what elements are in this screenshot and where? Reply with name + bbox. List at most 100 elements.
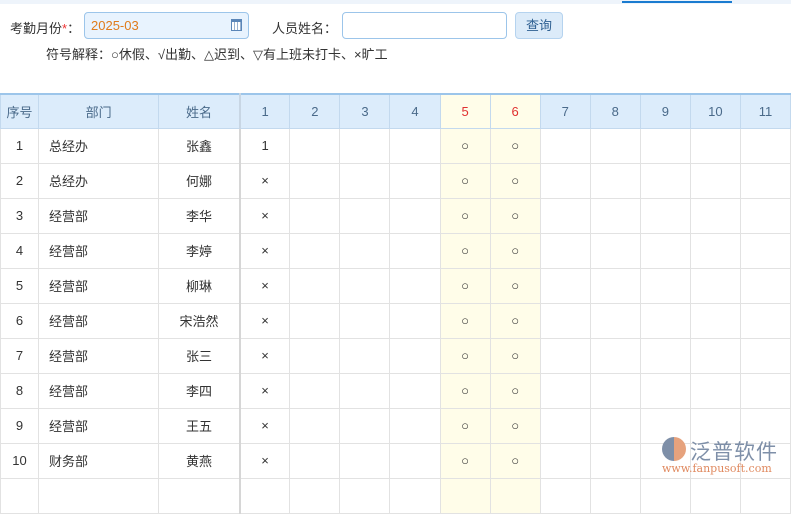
day-cell[interactable]	[339, 232, 391, 269]
day-cell[interactable]	[639, 162, 691, 199]
day-cell[interactable]	[339, 337, 391, 374]
day-cell[interactable]	[289, 337, 341, 374]
day-cell[interactable]	[589, 232, 641, 269]
day-cell[interactable]	[289, 442, 341, 479]
day-cell[interactable]	[589, 162, 641, 199]
day-cell[interactable]	[539, 407, 591, 444]
day-cell[interactable]	[639, 232, 691, 269]
day-cell[interactable]: ○	[489, 197, 541, 234]
table-row[interactable]: 8 经营部 李四 × ○ ○	[0, 372, 791, 409]
day-cell[interactable]	[389, 407, 441, 444]
day-cell[interactable]	[539, 267, 591, 304]
day-cell[interactable]	[739, 127, 791, 164]
day-cell[interactable]: ×	[239, 267, 291, 304]
table-row[interactable]: 3 经营部 李华 × ○ ○	[0, 197, 791, 234]
day-cell[interactable]	[539, 337, 591, 374]
day-cell[interactable]	[689, 162, 741, 199]
header-name[interactable]: 姓名	[158, 93, 241, 129]
day-cell[interactable]	[389, 302, 441, 339]
day-cell[interactable]	[389, 442, 441, 479]
day-cell[interactable]	[539, 232, 591, 269]
table-row[interactable]: 2 总经办 何娜 × ○ ○	[0, 162, 791, 199]
day-cell[interactable]	[339, 267, 391, 304]
day-cell[interactable]: ○	[489, 407, 541, 444]
header-day[interactable]: 1	[239, 93, 291, 129]
header-day[interactable]: 6	[489, 93, 541, 129]
day-cell[interactable]	[689, 267, 741, 304]
day-cell[interactable]	[739, 302, 791, 339]
day-cell[interactable]	[689, 197, 741, 234]
calendar-icon[interactable]	[231, 19, 242, 31]
header-day[interactable]: 11	[739, 93, 791, 129]
day-cell[interactable]	[289, 407, 341, 444]
day-cell[interactable]	[539, 197, 591, 234]
day-cell[interactable]	[689, 127, 741, 164]
day-cell[interactable]: ○	[489, 372, 541, 409]
day-cell[interactable]	[389, 267, 441, 304]
day-cell[interactable]	[339, 197, 391, 234]
header-day[interactable]: 10	[689, 93, 741, 129]
day-cell[interactable]	[289, 162, 341, 199]
day-cell[interactable]: ×	[239, 442, 291, 479]
header-day[interactable]: 9	[639, 93, 691, 129]
name-input[interactable]	[342, 12, 507, 39]
day-cell[interactable]	[339, 162, 391, 199]
day-cell[interactable]	[689, 302, 741, 339]
day-cell[interactable]: ○	[489, 162, 541, 199]
day-cell[interactable]: ○	[439, 337, 491, 374]
header-day[interactable]: 7	[539, 93, 591, 129]
day-cell[interactable]: ○	[439, 267, 491, 304]
day-cell[interactable]: ×	[239, 232, 291, 269]
day-cell[interactable]: ○	[489, 442, 541, 479]
day-cell[interactable]: ○	[439, 197, 491, 234]
day-cell[interactable]: ×	[239, 372, 291, 409]
day-cell[interactable]	[389, 162, 441, 199]
day-cell[interactable]	[289, 127, 341, 164]
day-cell[interactable]	[639, 337, 691, 374]
day-cell[interactable]: ○	[489, 337, 541, 374]
day-cell[interactable]	[389, 232, 441, 269]
header-day[interactable]: 5	[439, 93, 491, 129]
day-cell[interactable]	[539, 302, 591, 339]
day-cell[interactable]: ○	[489, 127, 541, 164]
day-cell[interactable]: ×	[239, 162, 291, 199]
day-cell[interactable]	[639, 267, 691, 304]
table-row[interactable]: 5 经营部 柳琳 × ○ ○	[0, 267, 791, 304]
day-cell[interactable]: ○	[439, 372, 491, 409]
day-cell[interactable]: ×	[239, 302, 291, 339]
day-cell[interactable]	[539, 372, 591, 409]
day-cell[interactable]	[739, 267, 791, 304]
day-cell[interactable]	[389, 127, 441, 164]
day-cell[interactable]	[539, 127, 591, 164]
table-row[interactable]: 7 经营部 张三 × ○ ○	[0, 337, 791, 374]
table-row[interactable]: 4 经营部 李婷 × ○ ○	[0, 232, 791, 269]
day-cell[interactable]	[689, 232, 741, 269]
header-index[interactable]: 序号	[0, 93, 40, 129]
day-cell[interactable]	[339, 407, 391, 444]
day-cell[interactable]	[389, 197, 441, 234]
day-cell[interactable]	[639, 372, 691, 409]
day-cell[interactable]: ○	[439, 442, 491, 479]
header-day[interactable]: 4	[389, 93, 441, 129]
header-day[interactable]: 8	[589, 93, 641, 129]
day-cell[interactable]	[639, 302, 691, 339]
day-cell[interactable]	[389, 372, 441, 409]
day-cell[interactable]	[589, 302, 641, 339]
header-day[interactable]: 3	[339, 93, 391, 129]
active-tab-indicator[interactable]	[622, 0, 732, 3]
day-cell[interactable]	[639, 197, 691, 234]
day-cell[interactable]	[739, 162, 791, 199]
table-row[interactable]: 6 经营部 宋浩然 × ○ ○	[0, 302, 791, 339]
day-cell[interactable]	[339, 127, 391, 164]
day-cell[interactable]: ○	[489, 267, 541, 304]
day-cell[interactable]	[389, 337, 441, 374]
day-cell[interactable]	[639, 127, 691, 164]
day-cell[interactable]: ○	[439, 232, 491, 269]
day-cell[interactable]	[539, 162, 591, 199]
day-cell[interactable]	[739, 232, 791, 269]
table-row[interactable]: 1 总经办 张鑫 1 ○ ○	[0, 127, 791, 164]
day-cell[interactable]: ○	[439, 127, 491, 164]
day-cell[interactable]	[689, 372, 741, 409]
day-cell[interactable]	[339, 442, 391, 479]
day-cell[interactable]	[289, 267, 341, 304]
